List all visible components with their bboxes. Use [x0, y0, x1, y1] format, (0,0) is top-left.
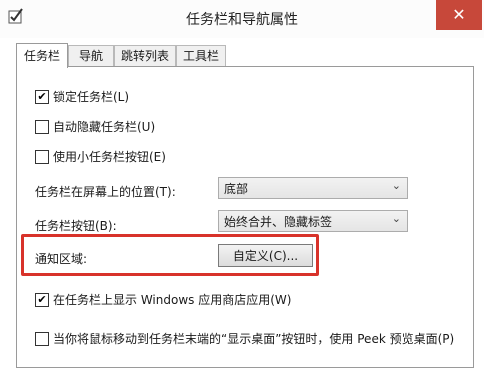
small-buttons-label: 使用小任务栏按钮(E) [53, 150, 166, 164]
buttons-combine-value: 始终合并、隐藏标签 [224, 215, 333, 229]
small-buttons-checkbox[interactable] [35, 150, 49, 164]
tab-navigation[interactable]: 导航 [68, 45, 114, 67]
buttons-combine-label: 任务栏按钮(B): [35, 219, 117, 233]
lock-taskbar-checkbox[interactable]: ✔ [35, 90, 49, 104]
chevron-down-icon: ⌄ [391, 179, 401, 192]
notification-label: 通知区域: [35, 252, 88, 266]
tab-jump-lists[interactable]: 跳转列表 [114, 45, 176, 67]
location-label: 任务栏在屏幕上的位置(T): [35, 185, 176, 199]
store-apps-checkbox[interactable]: ✔ [35, 293, 49, 307]
close-button[interactable]: ✕ [436, 0, 482, 30]
tab-taskbar[interactable]: 任务栏 [16, 43, 68, 68]
auto-hide-checkbox[interactable] [35, 120, 49, 134]
location-value: 底部 [224, 182, 249, 196]
check-icon: ✔ [37, 90, 47, 103]
title-bar: 任务栏和导航属性 ✕ [0, 0, 484, 38]
location-select[interactable]: 底部 ⌄ [218, 177, 408, 199]
chevron-down-icon: ⌄ [391, 212, 401, 225]
peek-label: 当你将鼠标移动到任务栏末端的“显示桌面”按钮时，使用 Peek 预览桌面(P) [53, 332, 455, 346]
check-icon: ✔ [37, 293, 47, 306]
peek-checkbox[interactable] [35, 332, 49, 346]
buttons-combine-select[interactable]: 始终合并、隐藏标签 ⌄ [218, 210, 408, 232]
tab-toolbars[interactable]: 工具栏 [176, 45, 226, 67]
store-apps-label: 在任务栏上显示 Windows 应用商店应用(W) [53, 293, 292, 307]
lock-taskbar-label: 锁定任务栏(L) [53, 90, 130, 104]
close-icon: ✕ [452, 5, 466, 24]
auto-hide-label: 自动隐藏任务栏(U) [53, 120, 156, 134]
customize-button[interactable]: 自定义(C)... [218, 244, 313, 267]
window-title: 任务栏和导航属性 [186, 12, 298, 28]
